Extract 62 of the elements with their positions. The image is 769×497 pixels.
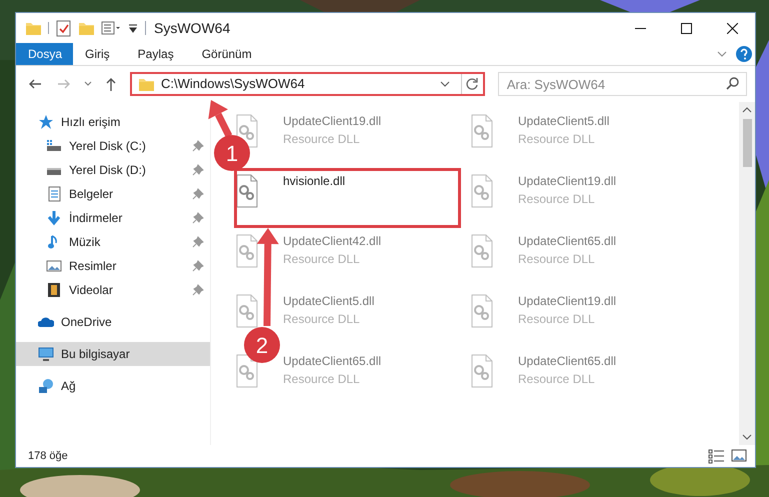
properties-icon (55, 20, 72, 36)
file-type: Resource DLL (283, 251, 361, 268)
sidebar-item[interactable]: Müzik (16, 230, 210, 254)
scroll-down-icon (741, 432, 753, 442)
file-type: Resource DLL (518, 311, 596, 328)
pictures-icon (46, 258, 62, 274)
sidebar-item[interactable]: Resimler (16, 254, 210, 278)
network-icon (38, 378, 54, 394)
maximize-icon (680, 22, 692, 34)
sidebar-item[interactable]: Bu bilgisayar (16, 342, 210, 366)
file-type: Resource DLL (518, 131, 596, 148)
file-type: Resource DLL (283, 371, 361, 388)
chevron-down-icon (716, 49, 728, 59)
drive-c-icon (46, 138, 62, 154)
customize-toolbar-icon (127, 22, 139, 34)
scroll-up-icon (741, 105, 753, 115)
view-options-icon (101, 20, 121, 36)
file-type: Resource DLL (518, 191, 596, 208)
file-name[interactable]: hvisionle.dll (283, 172, 346, 190)
sidebar-item[interactable]: OneDrive (16, 310, 210, 334)
file-name[interactable]: UpdateClient19.dll (518, 172, 616, 190)
ribbon-tab[interactable]: Paylaş (126, 43, 186, 65)
file-name[interactable]: UpdateClient42.dll (283, 232, 382, 250)
search-icon (726, 77, 739, 90)
ribbon-tab[interactable]: Dosya (16, 43, 73, 65)
download-icon (46, 210, 62, 226)
ribbon-tab[interactable]: Görünüm (190, 43, 264, 65)
file-name[interactable]: UpdateClient5.dll (518, 112, 610, 130)
sidebar-item[interactable]: Yerel Disk (C:) (16, 134, 210, 158)
file-name[interactable]: UpdateClient19.dll (518, 292, 616, 310)
search-field[interactable]: Ara: SysWOW64 (498, 72, 747, 96)
file-type: Resource DLL (518, 371, 596, 388)
sidebar-item[interactable]: Yerel Disk (D:) (16, 158, 210, 182)
sidebar-item[interactable]: Belgeler (16, 182, 210, 206)
item-count: 178 öğe (28, 448, 68, 464)
sidebar-item[interactable]: Videolar (16, 278, 210, 302)
file-name[interactable]: UpdateClient65.dll (518, 232, 616, 250)
star-icon (38, 114, 54, 130)
file-name[interactable]: UpdateClient65.dll (518, 352, 616, 370)
videos-icon (46, 282, 62, 298)
file-name[interactable]: UpdateClient19.dll (283, 112, 382, 130)
file-name[interactable]: UpdateClient65.dll (283, 352, 382, 370)
large-icons-view-icon (731, 448, 747, 464)
sidebar-item[interactable]: Ağ (16, 374, 210, 398)
help-icon (736, 46, 752, 62)
sidebar-item[interactable]: Hızlı erişim (16, 110, 210, 134)
ribbon-tab[interactable]: Giriş (73, 43, 122, 65)
address-bar[interactable]: C:\Windows\SysWOW64 (130, 72, 485, 96)
file-name[interactable]: UpdateClient5.dll (283, 292, 374, 310)
window-title: SysWOW64 (154, 18, 230, 38)
computer-icon (38, 346, 54, 362)
details-view-icon (708, 448, 725, 464)
refresh-icon (465, 77, 480, 91)
sidebar-item[interactable]: İndirmeler (16, 206, 210, 230)
document-icon (46, 186, 62, 202)
file-type: Resource DLL (283, 131, 361, 148)
close-icon (726, 22, 738, 34)
scrollbar[interactable] (739, 102, 755, 445)
file-type: Resource DLL (518, 251, 596, 268)
scrollbar-thumb[interactable] (742, 119, 752, 167)
file-type: Resource DLL (283, 311, 361, 328)
arrow (208, 100, 232, 138)
